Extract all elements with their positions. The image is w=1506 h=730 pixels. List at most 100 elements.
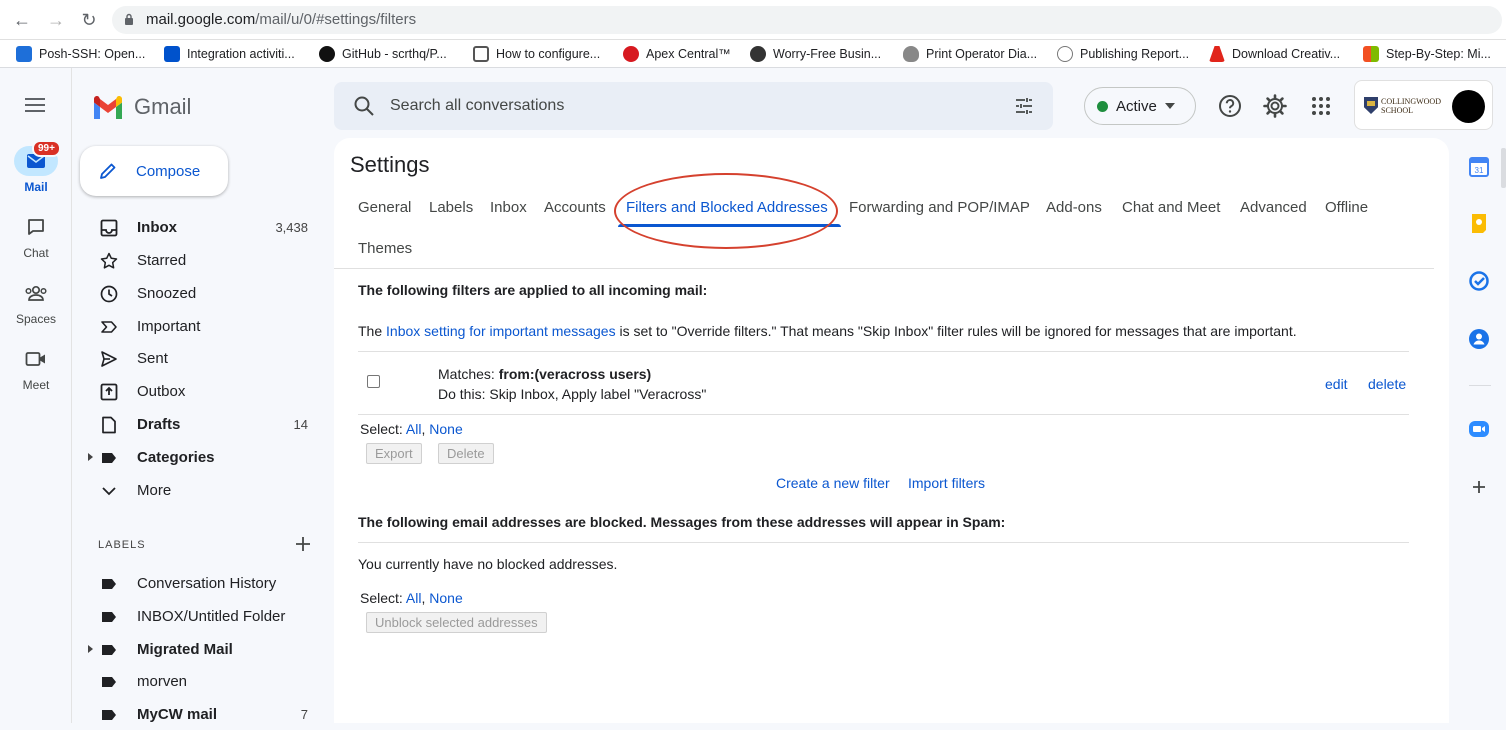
- tab-forwarding[interactable]: Forwarding and POP/IMAP: [849, 199, 1030, 216]
- rail-mail[interactable]: 99+ Mail: [0, 140, 72, 194]
- nav-label: Important: [137, 317, 201, 335]
- tab-general[interactable]: General: [358, 199, 411, 216]
- edit-filter-link[interactable]: edit: [1325, 376, 1348, 392]
- search-input[interactable]: [390, 94, 950, 118]
- calendar-icon[interactable]: 31: [1468, 156, 1490, 178]
- unblock-button[interactable]: Unblock selected addresses: [366, 612, 547, 633]
- create-filter-link[interactable]: Create a new filter: [776, 475, 890, 491]
- delete-button[interactable]: Delete: [438, 443, 494, 464]
- bookmark-item[interactable]: Step-By-Step: Mi...: [1363, 45, 1491, 63]
- side-panel-divider: [1469, 385, 1491, 386]
- nav-item-snoozed[interactable]: Snoozed: [80, 277, 320, 309]
- nav-item-inbox[interactable]: Inbox 3,438: [80, 211, 320, 243]
- nav-count: 14: [293, 416, 308, 432]
- label-item[interactable]: INBOX/Untitled Folder: [80, 600, 320, 632]
- label-item[interactable]: morven: [80, 665, 320, 697]
- bookmark-item[interactable]: Posh-SSH: Open...: [16, 45, 145, 63]
- label-item[interactable]: Migrated Mail: [80, 633, 320, 665]
- bookmark-favicon-icon: [473, 46, 489, 62]
- app-name: Gmail: [134, 94, 192, 119]
- tasks-icon[interactable]: [1468, 270, 1490, 292]
- rail-chat[interactable]: Chat: [0, 212, 72, 260]
- nav-item-drafts[interactable]: Drafts 14: [80, 408, 320, 440]
- account-switcher[interactable]: COLLINGWOOD SCHOOL: [1354, 80, 1493, 130]
- filter-bottom-divider: [358, 414, 1409, 415]
- bookmark-item[interactable]: GitHub - scrthq/P...: [319, 45, 447, 63]
- app-rail: 99+ Mail Chat Spaces Meet: [0, 68, 72, 723]
- tab-chat-meet[interactable]: Chat and Meet: [1122, 199, 1220, 216]
- nav-item-starred[interactable]: Starred: [80, 244, 320, 276]
- nav-count: 3,438: [275, 219, 308, 235]
- nav-item-important[interactable]: Important: [80, 310, 320, 342]
- tab-offline[interactable]: Offline: [1325, 199, 1368, 216]
- import-filters-link[interactable]: Import filters: [908, 475, 985, 491]
- nav-item-more[interactable]: More: [80, 474, 320, 506]
- bookmark-label: GitHub - scrthq/P...: [342, 47, 447, 61]
- gear-icon[interactable]: [1262, 93, 1288, 119]
- rail-spaces[interactable]: Spaces: [0, 278, 72, 326]
- add-addon-icon[interactable]: [1468, 476, 1490, 498]
- select-all-link[interactable]: All: [406, 590, 422, 606]
- tab-addons[interactable]: Add-ons: [1046, 199, 1102, 216]
- filter-top-divider: [358, 351, 1409, 352]
- side-panel-scrollbar[interactable]: [1501, 148, 1506, 188]
- rail-meet[interactable]: Meet: [0, 344, 72, 392]
- tab-themes[interactable]: Themes: [358, 240, 412, 257]
- note-suffix: is set to "Override filters." That means…: [615, 323, 1297, 339]
- url-text[interactable]: mail.google.com/mail/u/0/#settings/filte…: [146, 11, 416, 28]
- forward-icon[interactable]: →: [46, 10, 66, 30]
- keep-icon[interactable]: [1468, 212, 1490, 234]
- help-icon[interactable]: [1217, 93, 1243, 119]
- nav-item-outbox[interactable]: Outbox: [80, 375, 320, 407]
- svg-text:31: 31: [1475, 166, 1484, 175]
- org-name: COLLINGWOOD SCHOOL: [1381, 97, 1441, 115]
- bookmark-item[interactable]: Apex Central™: [623, 45, 731, 63]
- reload-icon[interactable]: ↻: [79, 10, 99, 30]
- bookmark-item[interactable]: Integration activiti...: [164, 45, 295, 63]
- label-item[interactable]: Conversation History: [80, 567, 320, 599]
- search-options-icon[interactable]: [1014, 96, 1034, 116]
- status-dropdown[interactable]: Active: [1084, 87, 1196, 125]
- school-crest-icon: [1364, 97, 1378, 114]
- zoom-icon[interactable]: [1468, 418, 1490, 440]
- select-none-link[interactable]: None: [429, 590, 462, 606]
- compose-button[interactable]: Compose: [80, 146, 228, 196]
- delete-filter-link[interactable]: delete: [1368, 376, 1406, 392]
- label-icon: [102, 579, 116, 589]
- nav-item-sent[interactable]: Sent: [80, 342, 320, 374]
- nav-item-categories[interactable]: Categories: [80, 441, 320, 473]
- lock-icon[interactable]: [124, 13, 134, 25]
- chevron-down-icon: [102, 487, 116, 496]
- rail-spaces-label: Spaces: [15, 312, 57, 326]
- avatar[interactable]: [1452, 90, 1485, 123]
- tab-labels[interactable]: Labels: [429, 199, 473, 216]
- tab-inbox[interactable]: Inbox: [490, 199, 527, 216]
- label-name: MyCW mail: [137, 705, 218, 723]
- apps-grid-icon[interactable]: [1308, 93, 1334, 119]
- expand-arrow-icon[interactable]: [88, 645, 93, 653]
- bookmark-item[interactable]: How to configure...: [473, 45, 600, 63]
- bookmark-item[interactable]: Publishing Report...: [1057, 45, 1189, 63]
- label-item[interactable]: MyCW mail 7: [80, 698, 320, 730]
- tab-advanced[interactable]: Advanced: [1240, 199, 1307, 216]
- gmail-logo[interactable]: Gmail: [92, 94, 191, 120]
- bookmark-item[interactable]: Download Creativ...: [1209, 45, 1340, 63]
- blocked-select-row: Select: All, None: [360, 590, 463, 606]
- main-menu-icon[interactable]: [25, 98, 45, 112]
- expand-arrow-icon[interactable]: [88, 453, 93, 461]
- bookmark-item[interactable]: Worry-Free Busin...: [750, 45, 881, 63]
- export-button[interactable]: Export: [366, 443, 422, 464]
- tab-accounts[interactable]: Accounts: [544, 199, 606, 216]
- inbox-setting-link[interactable]: Inbox setting for important messages: [386, 323, 616, 339]
- search-icon[interactable]: [353, 95, 375, 117]
- select-all-link[interactable]: All: [406, 421, 422, 437]
- select-none-link[interactable]: None: [429, 421, 462, 437]
- nav-label: Outbox: [137, 382, 186, 400]
- contacts-icon[interactable]: [1468, 328, 1490, 350]
- rail-mail-label: Mail: [24, 180, 48, 194]
- back-icon[interactable]: ←: [12, 10, 32, 30]
- filter-select-checkbox[interactable]: [367, 375, 380, 388]
- bookmark-item[interactable]: Print Operator Dia...: [903, 45, 1037, 63]
- add-label-icon[interactable]: [294, 535, 312, 553]
- tab-filters[interactable]: Filters and Blocked Addresses: [626, 199, 828, 216]
